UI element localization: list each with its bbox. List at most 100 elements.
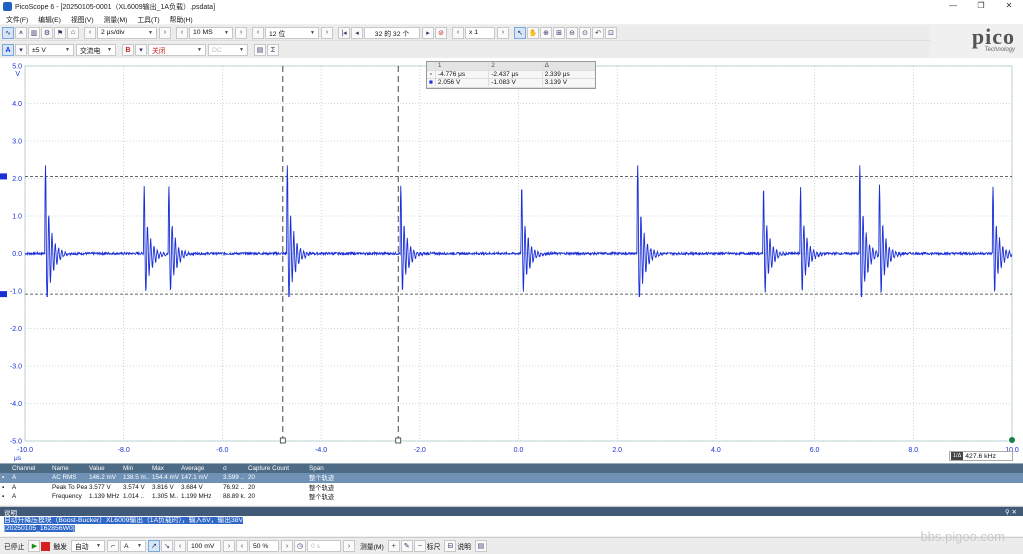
- close-button[interactable]: ✕: [995, 0, 1023, 13]
- zoom-reset-icon[interactable]: ⊙: [579, 26, 591, 39]
- cell: Frequency: [52, 493, 82, 501]
- waveform-plot[interactable]: 5.0 4.0 3.0 2.0 1.0 0.0 -1.0 -2.0 -3.0 -4.0 -5.0 V -…: [0, 58, 1023, 463]
- channel-b-coupling-select[interactable]: DC ▼: [208, 44, 248, 56]
- math-channels-icon[interactable]: Σ: [267, 44, 279, 56]
- table-row[interactable]: ▪ A Peak To Peak 3.577 V 3.574 V 3.816 V…: [0, 483, 1023, 493]
- maximize-button[interactable]: ❐: [967, 0, 995, 13]
- cursor-handle: [279, 437, 286, 444]
- menu-file[interactable]: 文件(F): [6, 14, 28, 24]
- row-marker-icon: ▪: [2, 493, 5, 501]
- buffer-first-icon[interactable]: |◂: [338, 26, 350, 39]
- cell: 20: [248, 483, 256, 491]
- pretrigger-input[interactable]: 50 %: [248, 540, 279, 552]
- trigger-mode-select[interactable]: 自动 ▼: [70, 540, 105, 552]
- pico-logo: pico Technology: [927, 26, 1015, 57]
- channel-b-state: 关闭: [152, 48, 166, 55]
- zoom-in-icon[interactable]: ⊕: [540, 26, 552, 39]
- level-prev-icon[interactable]: ‹: [173, 540, 186, 552]
- zoom-prev-icon[interactable]: ‹: [452, 26, 464, 39]
- trigger-marker-icon: [1009, 437, 1015, 443]
- buffer-navigator-icon[interactable]: ⊘: [435, 26, 447, 39]
- scope-settings-icon[interactable]: ⚙: [41, 26, 53, 39]
- channel-a-range-select[interactable]: ±5 V ▼: [28, 44, 74, 56]
- cell: 146.2 mV: [89, 474, 116, 482]
- cell: 整个轨迹: [309, 494, 335, 502]
- scope-mode-icon[interactable]: ∿: [2, 26, 14, 39]
- resolution-select[interactable]: 12 位 ▼: [265, 26, 319, 39]
- level-next-icon[interactable]: ›: [222, 540, 235, 552]
- channel-options-icon[interactable]: ▤: [254, 44, 266, 56]
- table-row[interactable]: ▪ A AC RMS 146.2 mV 138.5 m.. 154.4 mV 1…: [0, 473, 1023, 483]
- menu-measure[interactable]: 测量(M): [104, 14, 128, 24]
- minimize-button[interactable]: —: [939, 0, 967, 13]
- samples-select[interactable]: 10 MS ▼: [189, 26, 233, 39]
- timebase-prev-icon[interactable]: ‹: [84, 26, 96, 39]
- timebase-select[interactable]: 2 μs/div ▼: [97, 26, 157, 39]
- zoom-select[interactable]: x 1: [465, 26, 495, 39]
- ruler-cell: 2.056 V: [434, 79, 488, 87]
- edit-measurement-icon[interactable]: ✎: [400, 540, 413, 552]
- rising-edge-icon[interactable]: ↗: [147, 540, 160, 552]
- x-tick-label: 8.0: [908, 447, 918, 454]
- timebase-next-icon[interactable]: ›: [159, 26, 171, 39]
- measure-button[interactable]: 测量(M): [360, 541, 384, 551]
- resolution-next-icon[interactable]: ›: [321, 26, 333, 39]
- chevron-down-icon: ▼: [148, 29, 153, 36]
- stop-icon[interactable]: [41, 541, 51, 551]
- buffer-next-icon[interactable]: ▸: [422, 26, 434, 39]
- pretrigger-prev-icon[interactable]: ‹: [235, 540, 248, 552]
- pin-icon[interactable]: ⚲ ✕: [1005, 508, 1017, 516]
- trigger-source-select[interactable]: A ▼: [119, 540, 146, 552]
- pin-icon[interactable]: ⚑: [54, 26, 66, 39]
- watermark: bbs.pigoo.com: [920, 529, 1005, 544]
- ruler-button[interactable]: 标尺: [427, 541, 441, 551]
- menu-tools[interactable]: 工具(T): [137, 14, 159, 24]
- zoom-next-icon[interactable]: ›: [497, 26, 509, 39]
- spectrum-mode-icon[interactable]: ▥: [28, 26, 40, 39]
- menu-edit[interactable]: 编辑(E): [38, 14, 61, 24]
- delay-next-icon[interactable]: ›: [342, 540, 355, 552]
- channel-a-options-icon[interactable]: ▾: [15, 44, 27, 56]
- pretrigger-next-icon[interactable]: ›: [280, 540, 293, 552]
- zoom-out-icon[interactable]: ⊖: [566, 26, 578, 39]
- timebase-value: 2 μs/div: [101, 29, 125, 36]
- resolution-prev-icon[interactable]: ‹: [252, 26, 264, 39]
- samples-prev-icon[interactable]: ‹: [176, 26, 188, 39]
- pointer-tool-icon[interactable]: ↖: [514, 26, 526, 39]
- notes-icon[interactable]: ▤: [474, 540, 487, 552]
- persistence-mode-icon[interactable]: ⩚: [15, 26, 27, 39]
- buffer-navigator[interactable]: 32 的 32 个: [364, 26, 420, 39]
- scope-view[interactable]: 5.0 4.0 3.0 2.0 1.0 0.0 -1.0 -2.0 -3.0 -4.0 -5.0 V -…: [0, 58, 1023, 463]
- notes-button[interactable]: 说明: [457, 541, 471, 551]
- zoom-overview-icon[interactable]: ⊡: [605, 26, 617, 39]
- falling-edge-icon[interactable]: ↘: [160, 540, 173, 552]
- samples-next-icon[interactable]: ›: [235, 26, 247, 39]
- play-icon[interactable]: ▶: [28, 540, 41, 552]
- table-row[interactable]: ▪ A Frequency 1.139 MHz 1.014 .. 1.305 M…: [0, 492, 1023, 502]
- channel-a-coupling-select[interactable]: 交流电 ▼: [76, 44, 116, 56]
- x-tick-label: -4.0: [315, 447, 327, 454]
- trigger-edge-icon[interactable]: ⌐: [106, 540, 119, 552]
- channel-b-range-select[interactable]: 关闭 ▼: [148, 44, 206, 56]
- hand-tool-icon[interactable]: ✋: [527, 26, 539, 39]
- channel-b-button[interactable]: B: [122, 44, 134, 56]
- add-measurement-icon[interactable]: +: [387, 540, 400, 552]
- cell: 3.599 ..: [223, 474, 245, 482]
- ruler-icon[interactable]: ⊟: [444, 540, 457, 552]
- channel-a-button[interactable]: A: [2, 44, 14, 56]
- column-header: Name: [52, 465, 69, 472]
- menu-view[interactable]: 视图(V): [71, 14, 94, 24]
- trigger-delay-input[interactable]: 0 s: [306, 540, 341, 552]
- cursor-ruler-table[interactable]: 1 2 Δ ▫ -4.776 μs -2.437 μs 2.339 μs ■ 2…: [426, 61, 596, 89]
- measurements-table[interactable]: Channel Name Value Min Max Average σ Cap…: [0, 463, 1023, 505]
- channel-b-options-icon[interactable]: ▾: [135, 44, 147, 56]
- notes-text[interactable]: 自动升降压模块（Boost-Bucker）XL6009输出（1A负载时），输入6…: [0, 516, 1023, 534]
- undo-zoom-icon[interactable]: ↶: [592, 26, 604, 39]
- home-icon[interactable]: ⌂: [67, 26, 79, 39]
- delete-measurement-icon[interactable]: −: [413, 540, 426, 552]
- zoom-area-icon[interactable]: ⊞: [553, 26, 565, 39]
- buffer-prev-icon[interactable]: ◂: [351, 26, 363, 39]
- trigger-delay-icon[interactable]: ◷: [293, 540, 306, 552]
- menu-help[interactable]: 帮助(H): [170, 14, 193, 24]
- trigger-level-input[interactable]: 100 mV: [186, 540, 221, 552]
